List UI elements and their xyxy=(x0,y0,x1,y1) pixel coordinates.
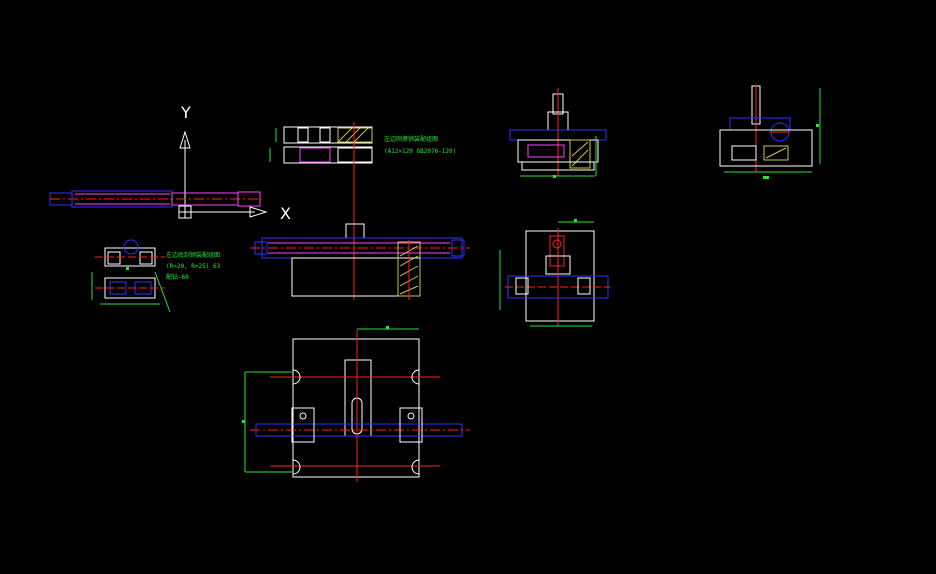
fixture-end-view xyxy=(719,84,821,179)
fixture-side-view xyxy=(509,88,607,178)
assembly-top-view xyxy=(242,326,470,482)
note-left-line2: (R=20, R=25) 63 xyxy=(166,263,221,270)
note-left-line3: 配钻-60 xyxy=(166,273,189,281)
note-upper-spec: (A12×120 GB2076-120) xyxy=(384,148,456,155)
ucs-y-label: Y xyxy=(180,103,191,122)
cad-drawing-canvas[interactable]: Y X 左边底刮销装配组图 (R=20, R=25) 63 配钻-60 左边刚擦… xyxy=(0,0,936,574)
note-upper-title: 左边刚擦销装配组图 xyxy=(384,135,438,143)
note-left-title: 左边底刮销装配组图 xyxy=(166,251,220,259)
shaft-part-left xyxy=(49,190,262,208)
fixture-front-view xyxy=(499,219,610,327)
assembly-front-view xyxy=(250,223,470,300)
ucs-x-label: X xyxy=(280,204,291,223)
clamp-detail-left xyxy=(91,239,171,313)
